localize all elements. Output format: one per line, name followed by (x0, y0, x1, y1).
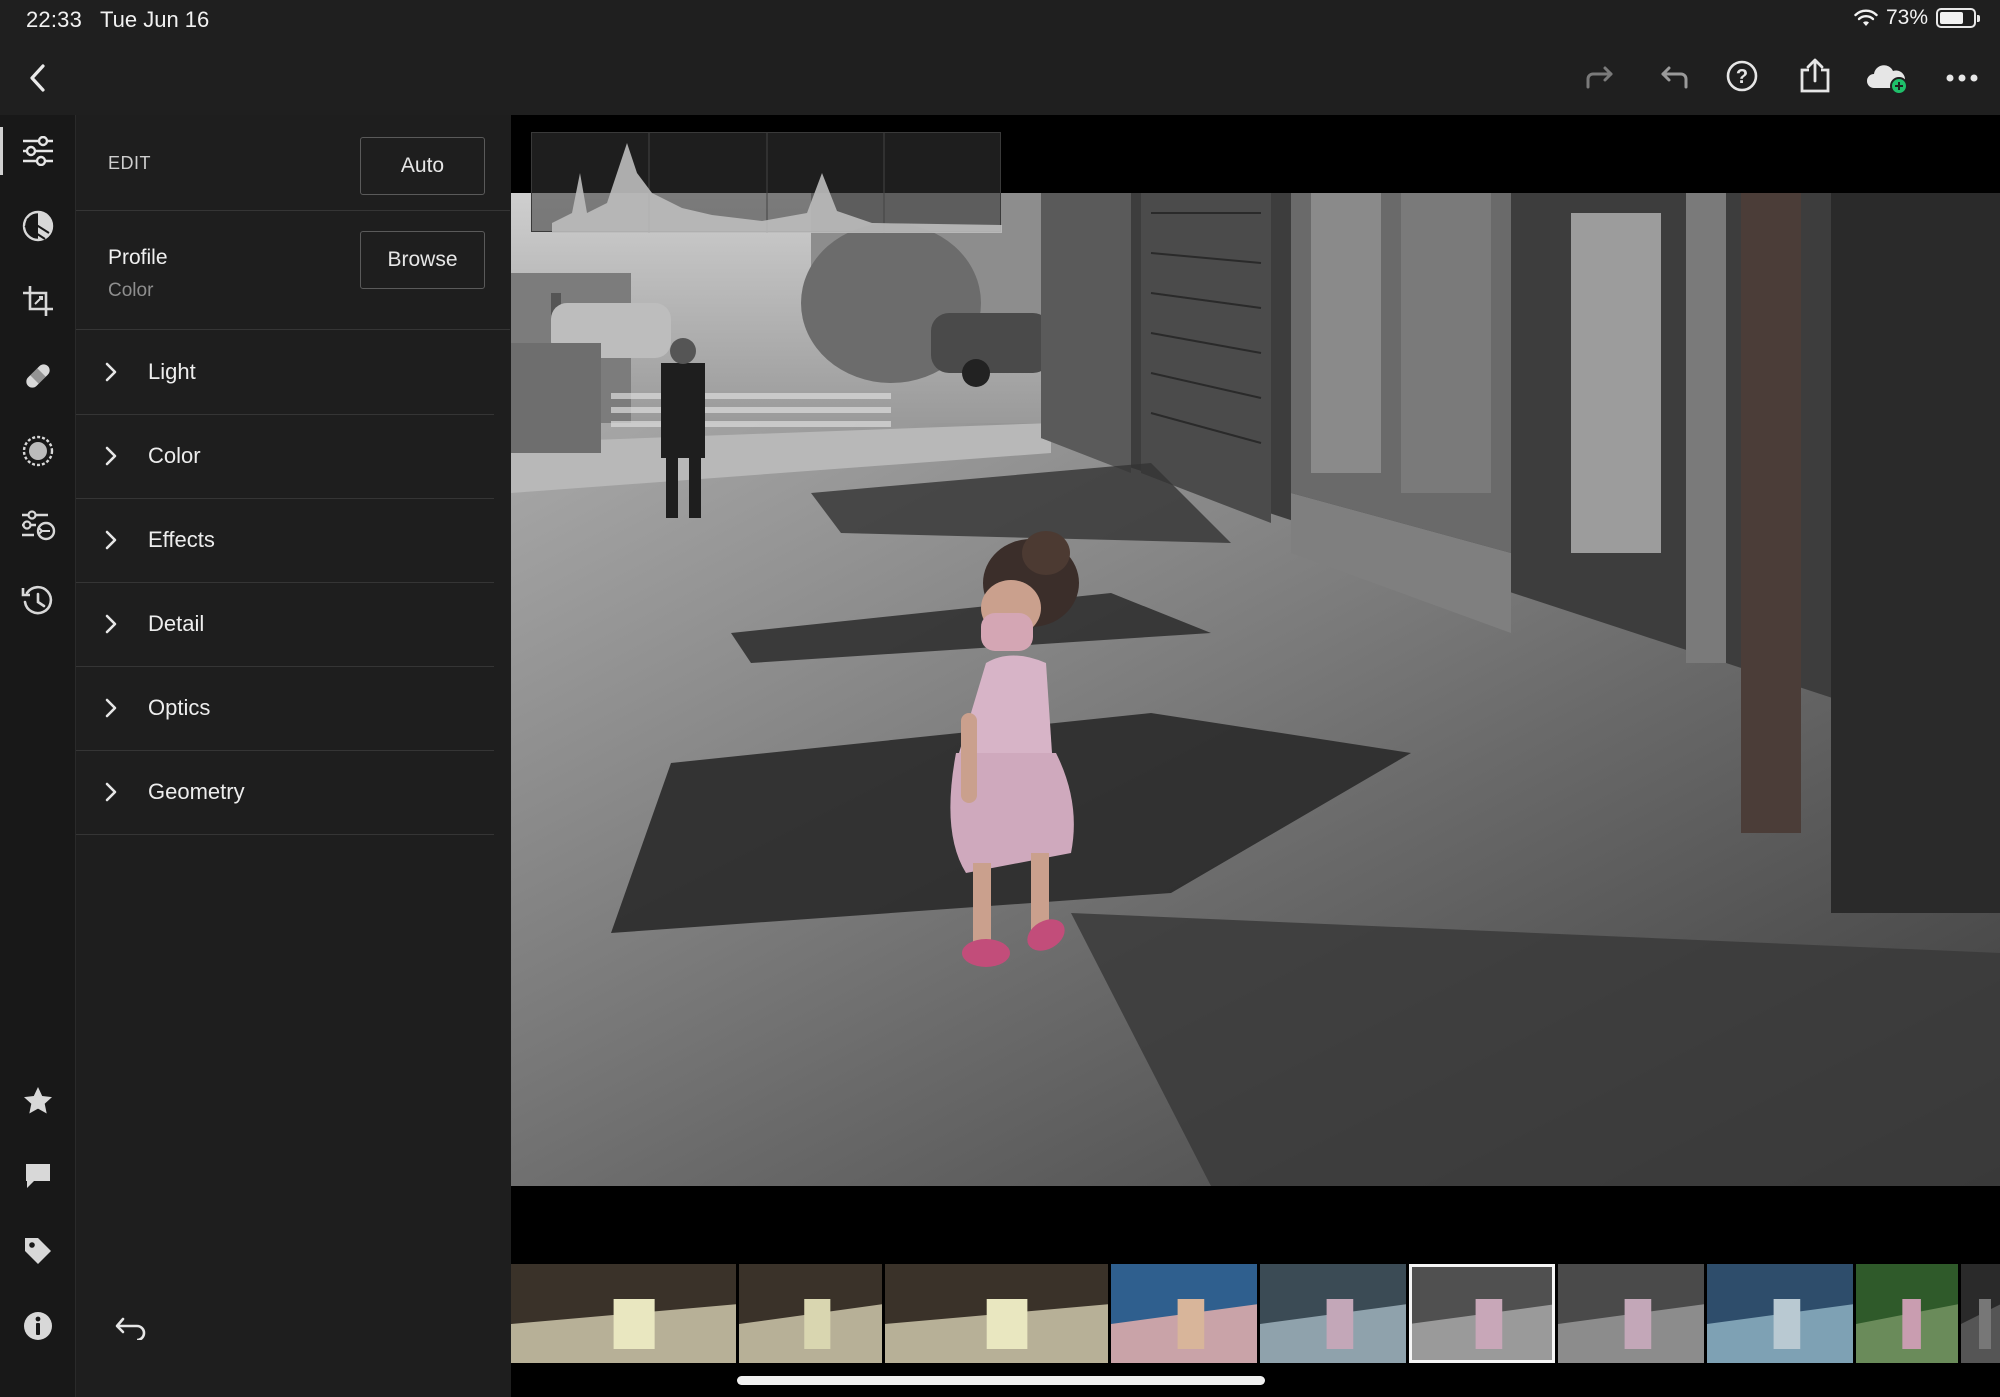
comment-icon (26, 1164, 50, 1188)
more-button[interactable] (1942, 58, 1982, 98)
reset-icon (115, 1317, 146, 1340)
profile-row[interactable]: Profile Color Browse (76, 212, 510, 330)
filmstrip (511, 1264, 2000, 1363)
auto-button[interactable]: Auto (360, 137, 485, 195)
chevron-right-icon (104, 697, 118, 724)
healing-icon (26, 364, 50, 388)
section-label: Color (148, 443, 201, 468)
profile-value: Color (108, 280, 154, 301)
rail-versions[interactable] (0, 494, 76, 558)
filmstrip-thumbnail[interactable] (738, 1264, 882, 1363)
tool-rail (0, 115, 76, 1397)
edit-header: EDIT Auto (76, 115, 510, 211)
section-detail[interactable]: Detail (76, 583, 494, 667)
share-icon (1800, 58, 1830, 93)
section-label: Optics (148, 695, 211, 720)
undo-button[interactable] (1654, 58, 1694, 98)
filmstrip-thumbnail[interactable] (1259, 1264, 1406, 1363)
chevron-right-icon (104, 613, 118, 640)
presets-icon (22, 210, 54, 242)
edit-sliders-icon (23, 136, 53, 166)
filmstrip-thumbnail[interactable] (1110, 1264, 1257, 1363)
rail-masking[interactable] (0, 419, 76, 483)
redo-button[interactable] (1580, 58, 1620, 98)
status-date: Tue Jun 16 (100, 7, 210, 32)
status-indicators: 73% (1854, 6, 1980, 30)
profile-label: Profile (108, 246, 168, 269)
star-icon (24, 1087, 52, 1114)
section-color[interactable]: Color (76, 415, 494, 499)
crop-icon (23, 286, 53, 316)
histogram[interactable] (531, 132, 1002, 233)
chevron-right-icon (104, 445, 118, 472)
filmstrip-thumbnail[interactable] (1408, 1264, 1555, 1363)
rail-rating[interactable] (0, 1069, 76, 1133)
filmstrip-thumbnail[interactable] (1855, 1264, 1958, 1363)
home-indicator[interactable] (737, 1376, 1265, 1385)
edit-panel: EDIT Auto Profile Color Browse Light Colo… (76, 115, 510, 1397)
filmstrip-thumbnail[interactable] (884, 1264, 1108, 1363)
info-icon (24, 1312, 52, 1340)
help-icon: ? (1726, 60, 1758, 92)
chevron-right-icon (104, 361, 118, 388)
status-time: 22:33 (26, 7, 83, 32)
cloud-sync-icon (1867, 65, 1908, 95)
section-optics[interactable]: Optics (76, 667, 494, 751)
section-label: Geometry (148, 779, 245, 804)
section-label: Detail (148, 611, 205, 636)
photo[interactable] (511, 193, 2000, 1186)
chevron-left-icon (30, 64, 45, 92)
rail-keywords[interactable] (0, 1219, 76, 1283)
masking-icon (22, 435, 54, 467)
filmstrip-thumbnail[interactable] (1706, 1264, 1853, 1363)
browse-button[interactable]: Browse (360, 231, 485, 289)
undo-icon (1661, 66, 1688, 89)
photo-image (511, 193, 2000, 1186)
filmstrip-thumbnail[interactable] (1960, 1264, 2000, 1363)
filmstrip-thumbnail[interactable] (511, 1264, 736, 1363)
section-effects[interactable]: Effects (76, 499, 494, 583)
histogram-graph (552, 133, 1002, 233)
section-label: Light (148, 359, 196, 384)
status-bar: 22:33 Tue Jun 16 73% (0, 0, 2000, 40)
help-button[interactable]: ? (1722, 56, 1762, 96)
battery-level (1940, 12, 1963, 24)
chevron-right-icon (104, 529, 118, 556)
reset-button[interactable] (108, 1305, 152, 1349)
top-toolbar: ? (0, 40, 2000, 115)
share-button[interactable] (1795, 54, 1835, 98)
chevron-right-icon (104, 781, 118, 808)
redo-icon (1586, 66, 1613, 89)
section-label: Effects (148, 527, 215, 552)
svg-text:?: ? (1736, 66, 1748, 88)
more-icon (1946, 74, 1978, 82)
wifi-icon (1854, 9, 1878, 26)
section-geometry[interactable]: Geometry (76, 751, 494, 835)
rail-presets[interactable] (0, 194, 76, 258)
rail-info[interactable] (0, 1294, 76, 1358)
history-icon (21, 585, 53, 615)
battery-percent: 73% (1885, 6, 1928, 29)
rail-crop[interactable] (0, 269, 76, 333)
rail-comments[interactable] (0, 1144, 76, 1208)
rail-history[interactable] (0, 569, 76, 633)
battery-icon (1936, 8, 1980, 28)
tag-icon (25, 1238, 51, 1264)
cloud-sync-button[interactable] (1862, 56, 1912, 100)
versions-icon (22, 510, 56, 541)
section-light[interactable]: Light (76, 331, 494, 415)
rail-healing[interactable] (0, 344, 76, 408)
back-button[interactable] (18, 58, 58, 98)
filmstrip-thumbnail[interactable] (1557, 1264, 1704, 1363)
edit-title: EDIT (108, 153, 152, 173)
rail-edit[interactable] (0, 119, 76, 183)
photo-canvas[interactable] (511, 115, 2000, 1397)
